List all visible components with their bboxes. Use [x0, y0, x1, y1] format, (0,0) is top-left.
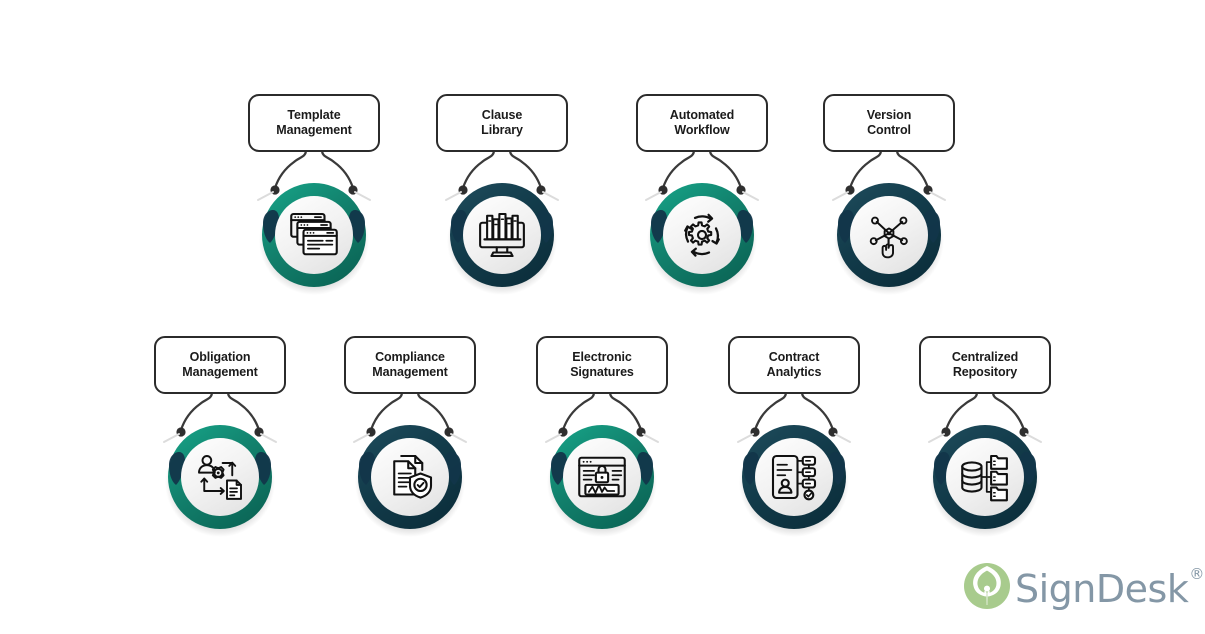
feature-circle-version-control[interactable]	[789, 172, 989, 317]
feature-circle-electronic-signatures[interactable]	[502, 414, 702, 559]
feature-node-automated-workflow[interactable]: Automated Workflow	[602, 94, 802, 295]
feature-label-centralized-repository: Centralized Repository	[951, 350, 1019, 379]
infographic-canvas: Template Management Clause Library Autom…	[0, 0, 1205, 634]
feature-node-centralized-repository[interactable]: Centralized Repository	[885, 336, 1085, 537]
feature-label-box-automated-workflow[interactable]: Automated Workflow	[636, 94, 768, 152]
feature-node-version-control[interactable]: Version Control	[789, 94, 989, 295]
feature-node-obligation-management[interactable]: Obligation Management	[120, 336, 320, 537]
feature-label-box-electronic-signatures[interactable]: Electronic Signatures	[536, 336, 668, 394]
document-shield-check-icon	[382, 449, 438, 505]
feature-label-template-management: Template Management	[276, 108, 352, 137]
feature-label-electronic-signatures: Electronic Signatures	[570, 350, 634, 379]
feature-label-obligation-management: Obligation Management	[182, 350, 258, 379]
feature-label-compliance-management: Compliance Management	[372, 350, 448, 379]
feature-node-contract-analytics[interactable]: Contract Analytics	[694, 336, 894, 537]
feature-label-box-compliance-management[interactable]: Compliance Management	[344, 336, 476, 394]
mobile-checklist-icon	[766, 449, 822, 505]
database-folders-icon	[957, 449, 1013, 505]
feature-circle-contract-analytics[interactable]	[694, 414, 894, 559]
stacked-windows-icon	[286, 207, 342, 263]
feature-label-box-clause-library[interactable]: Clause Library	[436, 94, 568, 152]
person-gear-document-icon	[192, 449, 248, 505]
feature-circle-compliance-management[interactable]	[310, 414, 510, 559]
registered-mark: ®	[1189, 565, 1205, 583]
feature-node-template-management[interactable]: Template Management	[214, 94, 414, 295]
feature-label-automated-workflow: Automated Workflow	[669, 108, 735, 137]
feature-label-box-contract-analytics[interactable]: Contract Analytics	[728, 336, 860, 394]
feature-label-clause-library: Clause Library	[481, 108, 523, 137]
node-network-hand-icon	[861, 207, 917, 263]
feature-circle-template-management[interactable]	[214, 172, 414, 317]
feature-circle-obligation-management[interactable]	[120, 414, 320, 559]
books-on-monitor-icon	[474, 207, 530, 263]
feature-label-box-version-control[interactable]: Version Control	[823, 94, 955, 152]
feature-node-electronic-signatures[interactable]: Electronic Signatures	[502, 336, 702, 537]
feature-label-box-obligation-management[interactable]: Obligation Management	[154, 336, 286, 394]
signdesk-logo: SignDesk ®	[963, 560, 1204, 616]
feature-label-contract-analytics: Contract Analytics	[766, 350, 822, 379]
pen-nib-circle-icon	[963, 562, 1011, 615]
feature-node-compliance-management[interactable]: Compliance Management	[310, 336, 510, 537]
feature-circle-centralized-repository[interactable]	[885, 414, 1085, 559]
feature-label-version-control: Version Control	[866, 108, 912, 137]
logo-wordmark: SignDesk	[1015, 567, 1189, 611]
gear-refresh-icon	[674, 207, 730, 263]
feature-circle-automated-workflow[interactable]	[602, 172, 802, 317]
browser-lock-signature-icon	[574, 449, 630, 505]
feature-label-box-centralized-repository[interactable]: Centralized Repository	[919, 336, 1051, 394]
feature-circle-clause-library[interactable]	[402, 172, 602, 317]
feature-node-clause-library[interactable]: Clause Library	[402, 94, 602, 295]
feature-label-box-template-management[interactable]: Template Management	[248, 94, 380, 152]
